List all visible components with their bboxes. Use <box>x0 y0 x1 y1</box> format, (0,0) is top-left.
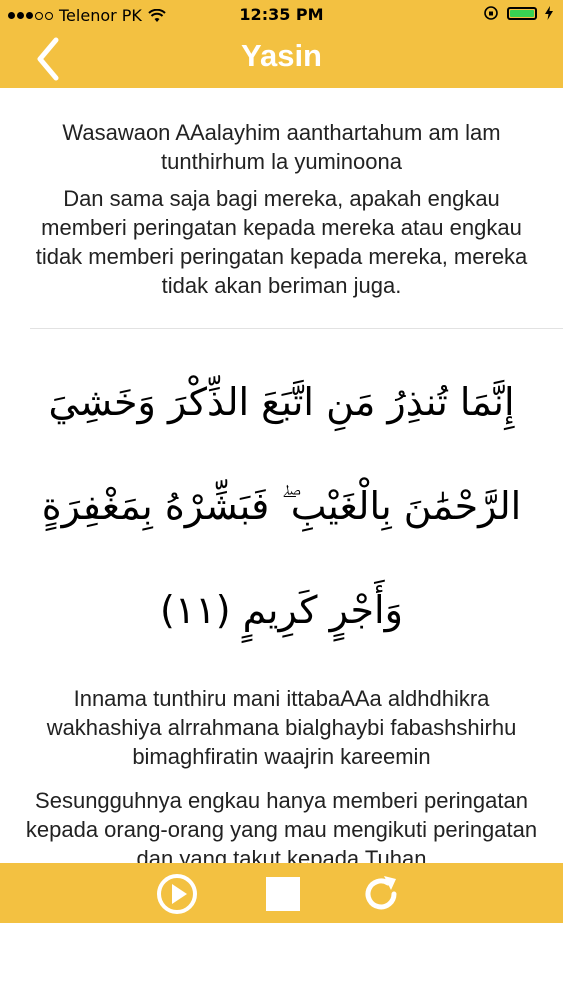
playback-toolbar <box>0 863 563 923</box>
play-icon <box>157 874 197 914</box>
page-title: Yasin <box>241 38 322 73</box>
status-bar: Telenor PK 12:35 PM <box>0 0 563 30</box>
battery-icon <box>507 6 537 20</box>
verse-11-arabic: إِنَّمَا تُنذِرُ مَنِ اتَّبَعَ الذِّكْرَ… <box>41 380 522 632</box>
verse-11-transliteration: Innama tunthiru mani ittabaAAa aldhdhikr… <box>46 686 517 769</box>
stop-icon <box>266 877 300 911</box>
nav-bar: Yasin <box>0 30 563 88</box>
verse-list[interactable]: Wasawaon AAalayhim aanthartahum am lam t… <box>0 88 563 863</box>
stop-button[interactable] <box>262 873 304 915</box>
repeat-icon <box>365 876 397 910</box>
verse-11-translation: Sesungguhnya engkau hanya memberi pering… <box>25 788 538 863</box>
status-time: 12:35 PM <box>239 5 324 24</box>
status-right <box>483 5 553 21</box>
divider <box>30 328 563 329</box>
charging-icon <box>545 6 553 20</box>
play-button[interactable] <box>156 873 198 915</box>
orientation-lock-icon <box>484 6 498 20</box>
repeat-button[interactable] <box>360 873 402 915</box>
verse-10-translation: Dan sama saja bagi mereka, apakah engkau… <box>35 186 528 298</box>
verse-10-transliteration: Wasawaon AAalayhim aanthartahum am lam t… <box>62 120 501 174</box>
